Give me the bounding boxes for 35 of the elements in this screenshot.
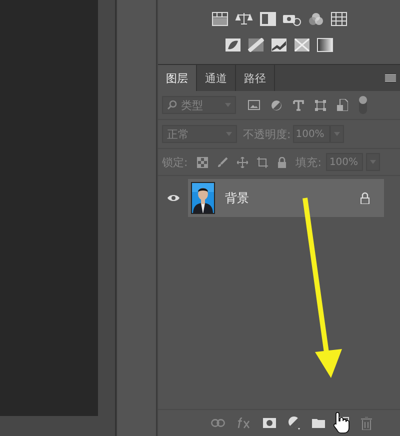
search-icon bbox=[167, 100, 177, 110]
grid-icon[interactable] bbox=[330, 12, 346, 26]
move-icon[interactable] bbox=[236, 156, 248, 168]
panel-tab[interactable]: 路径 bbox=[236, 65, 275, 91]
color-circles-icon[interactable] bbox=[308, 12, 324, 26]
image-icon[interactable] bbox=[248, 100, 260, 110]
transform-icon[interactable] bbox=[315, 100, 326, 110]
layer-row[interactable]: 背景 bbox=[188, 179, 384, 217]
half-circle-icon[interactable] bbox=[271, 100, 282, 110]
half-circle-icon[interactable] bbox=[288, 416, 300, 430]
brush-icon[interactable] bbox=[216, 156, 228, 168]
smart-object-icon[interactable] bbox=[337, 99, 348, 111]
panel-tab[interactable]: 图层 bbox=[158, 65, 197, 91]
lock-icon bbox=[360, 192, 370, 204]
folder-icon[interactable] bbox=[312, 418, 325, 428]
gradient-map-icon[interactable] bbox=[317, 38, 333, 52]
crop-icon[interactable] bbox=[256, 156, 268, 168]
balance-scale-icon[interactable] bbox=[234, 12, 252, 26]
posterize-icon[interactable] bbox=[248, 38, 264, 52]
invert-icon[interactable] bbox=[225, 38, 241, 52]
lock-icon[interactable] bbox=[276, 156, 287, 168]
checkerboard-icon[interactable] bbox=[196, 156, 208, 168]
split-square-icon[interactable] bbox=[260, 12, 276, 26]
panel-tab[interactable]: 通道 bbox=[197, 65, 236, 91]
eye-icon[interactable] bbox=[166, 194, 180, 202]
menu-icon[interactable] bbox=[385, 74, 396, 82]
filter-toggle[interactable] bbox=[359, 96, 367, 114]
camera-icon[interactable] bbox=[282, 12, 300, 26]
levels-icon[interactable] bbox=[212, 12, 228, 26]
hand-cursor-icon bbox=[333, 412, 350, 434]
selective-color-icon[interactable] bbox=[294, 38, 310, 52]
type-icon[interactable] bbox=[293, 100, 304, 110]
layer-name: 背景 bbox=[225, 190, 249, 206]
mask-icon[interactable] bbox=[263, 418, 276, 428]
threshold-icon[interactable] bbox=[271, 38, 287, 52]
